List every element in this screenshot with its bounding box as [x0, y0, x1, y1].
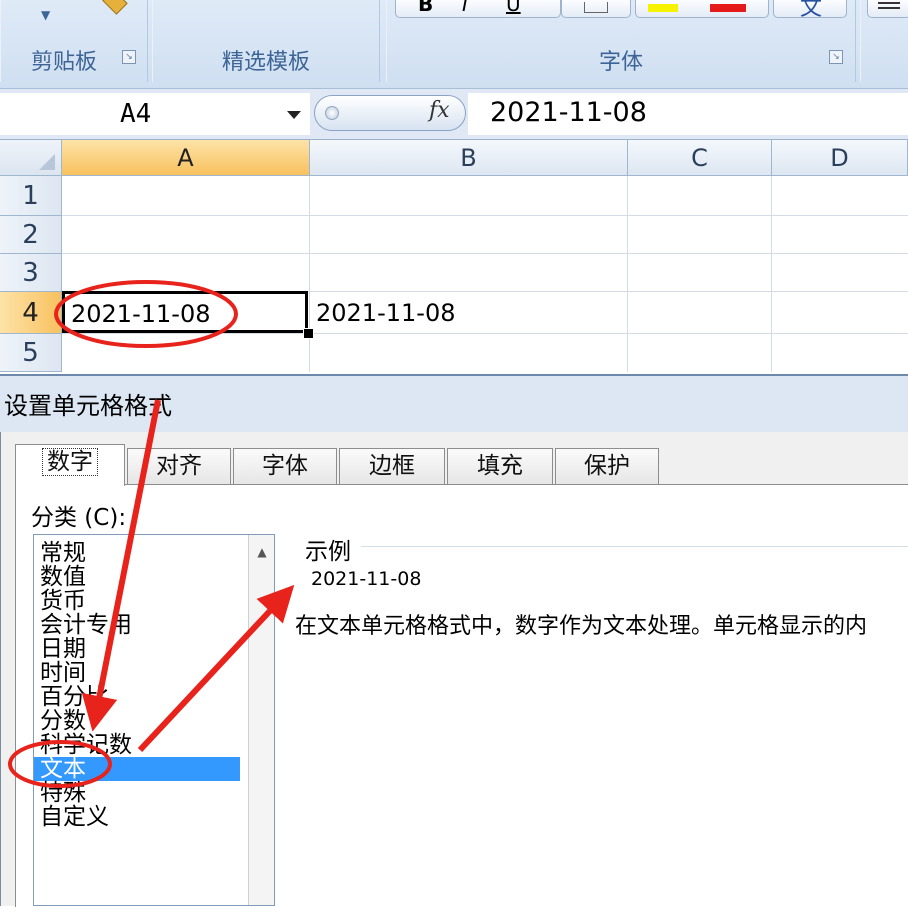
tab-alignment[interactable]: 对齐	[127, 448, 231, 484]
cell-b4[interactable]: 2021-11-08	[310, 292, 627, 333]
name-box[interactable]: A4	[0, 93, 310, 135]
category-item[interactable]: 时间	[40, 661, 240, 685]
category-item-selected[interactable]: 文本	[34, 757, 240, 781]
category-label: 分类 (C):	[31, 505, 127, 531]
paste-dropdown-icon[interactable]: ▼	[41, 8, 50, 22]
phonetic-button[interactable]: 文	[773, 0, 847, 21]
category-item[interactable]: 常规	[40, 541, 240, 565]
align-icon	[878, 2, 900, 4]
templates-group: 精选模板	[152, 0, 380, 82]
alignment-group	[860, 0, 908, 82]
border-icon	[584, 2, 608, 13]
name-box-value: A4	[120, 99, 152, 129]
category-list[interactable]: 常规 数值 货币 会计专用 日期 时间 百分比 分数 科学记数 文本 特殊 自定…	[33, 534, 275, 906]
underline-icon[interactable]: U	[506, 0, 521, 16]
format-cells-dialog: 数字 对齐 字体 边框 填充 保护 分类 (C): 常规 数值 货币 会计专用 …	[0, 432, 908, 907]
row-header-3[interactable]: 3	[0, 254, 62, 292]
row-header-4[interactable]: 4	[0, 292, 62, 334]
select-all-button[interactable]	[0, 140, 62, 176]
gridline	[627, 176, 628, 372]
tab-font[interactable]: 字体	[233, 448, 337, 484]
category-item[interactable]: 百分比	[40, 685, 240, 709]
formula-bar: A4 fx 2021-11-08	[0, 89, 908, 140]
font-group-label: 字体	[598, 50, 643, 75]
cell-b4-value: 2021-11-08	[316, 299, 456, 327]
sample-label: 示例	[305, 539, 351, 565]
resize-handle-icon[interactable]	[325, 106, 339, 120]
bold-icon[interactable]: B	[418, 0, 433, 16]
gridline	[62, 253, 908, 254]
dialog-title-bar[interactable]: 设置单元格格式	[0, 374, 908, 434]
dialog-launcher-icon[interactable]: ↘	[122, 50, 136, 64]
tab-fill[interactable]: 填充	[447, 448, 553, 484]
ribbon: ▼ 剪贴板 ↘ 精选模板 B I U 文 字体 ↘	[0, 0, 908, 89]
chevron-down-icon[interactable]	[287, 111, 301, 119]
category-item[interactable]: 会计专用	[40, 613, 240, 637]
formula-value: 2021-11-08	[490, 97, 647, 128]
fill-color-icon[interactable]	[648, 4, 678, 12]
tab-border[interactable]: 边框	[339, 448, 445, 484]
column-header-c[interactable]: C	[628, 140, 772, 176]
gridline	[771, 176, 772, 372]
gridline	[62, 333, 908, 334]
gridline	[309, 176, 310, 372]
templates-group-label: 精选模板	[221, 50, 310, 75]
cell-a4-value: 2021-11-08	[71, 300, 211, 328]
sample-divider	[361, 546, 908, 547]
dialog-title: 设置单元格格式	[4, 392, 172, 420]
category-item[interactable]: 日期	[40, 637, 240, 661]
category-item[interactable]: 数值	[40, 565, 240, 589]
formula-input[interactable]: 2021-11-08	[468, 93, 908, 135]
category-item[interactable]: 特殊	[40, 781, 240, 805]
italic-icon[interactable]: I	[462, 0, 468, 16]
category-item[interactable]: 分数	[40, 709, 240, 733]
category-item[interactable]: 科学记数	[40, 733, 240, 757]
font-color-icon[interactable]	[710, 4, 746, 12]
spreadsheet-grid: A B C D 1 2 3 4 5 2021-11-08 2021-11-08	[0, 140, 908, 372]
scroll-up-icon[interactable]: ▲	[249, 539, 274, 565]
category-scrollbar[interactable]: ▲	[248, 535, 274, 905]
column-header-a[interactable]: A	[62, 140, 310, 176]
align-button[interactable]	[867, 0, 908, 18]
row-header-1[interactable]: 1	[0, 176, 62, 216]
bold-italic-underline-buttons[interactable]: B I U	[395, 0, 561, 18]
clipboard-group-label: 剪贴板	[30, 50, 97, 75]
tab-number[interactable]: 数字	[15, 444, 125, 486]
formula-capsule: fx	[314, 95, 466, 131]
category-item[interactable]: 自定义	[40, 805, 240, 829]
format-painter-icon[interactable]	[102, 0, 128, 15]
row-header-2[interactable]: 2	[0, 216, 62, 254]
border-button[interactable]	[561, 0, 631, 18]
format-description: 在文本单元格格式中，数字作为文本处理。单元格显示的内	[295, 614, 868, 639]
active-cell-a4[interactable]: 2021-11-08	[62, 291, 308, 333]
column-header-b[interactable]: B	[310, 140, 628, 176]
tab-protection[interactable]: 保护	[555, 448, 659, 484]
select-all-icon	[39, 154, 55, 170]
phonetic-icon: 文	[800, 0, 823, 21]
font-dialog-launcher-icon[interactable]: ↘	[829, 50, 843, 64]
clipboard-group: ▼ 剪贴板 ↘	[0, 0, 148, 82]
sample-value: 2021-11-08	[311, 568, 422, 590]
insert-function-button[interactable]: fx	[429, 98, 450, 123]
row-header-5[interactable]: 5	[0, 334, 62, 372]
column-header-d[interactable]: D	[772, 140, 908, 176]
font-group: B I U 文 字体 ↘	[386, 0, 856, 82]
category-item[interactable]: 货币	[40, 589, 240, 613]
fill-font-color-buttons[interactable]	[635, 0, 769, 18]
tab-number-label: 数字	[42, 448, 98, 476]
gridline	[62, 215, 908, 216]
